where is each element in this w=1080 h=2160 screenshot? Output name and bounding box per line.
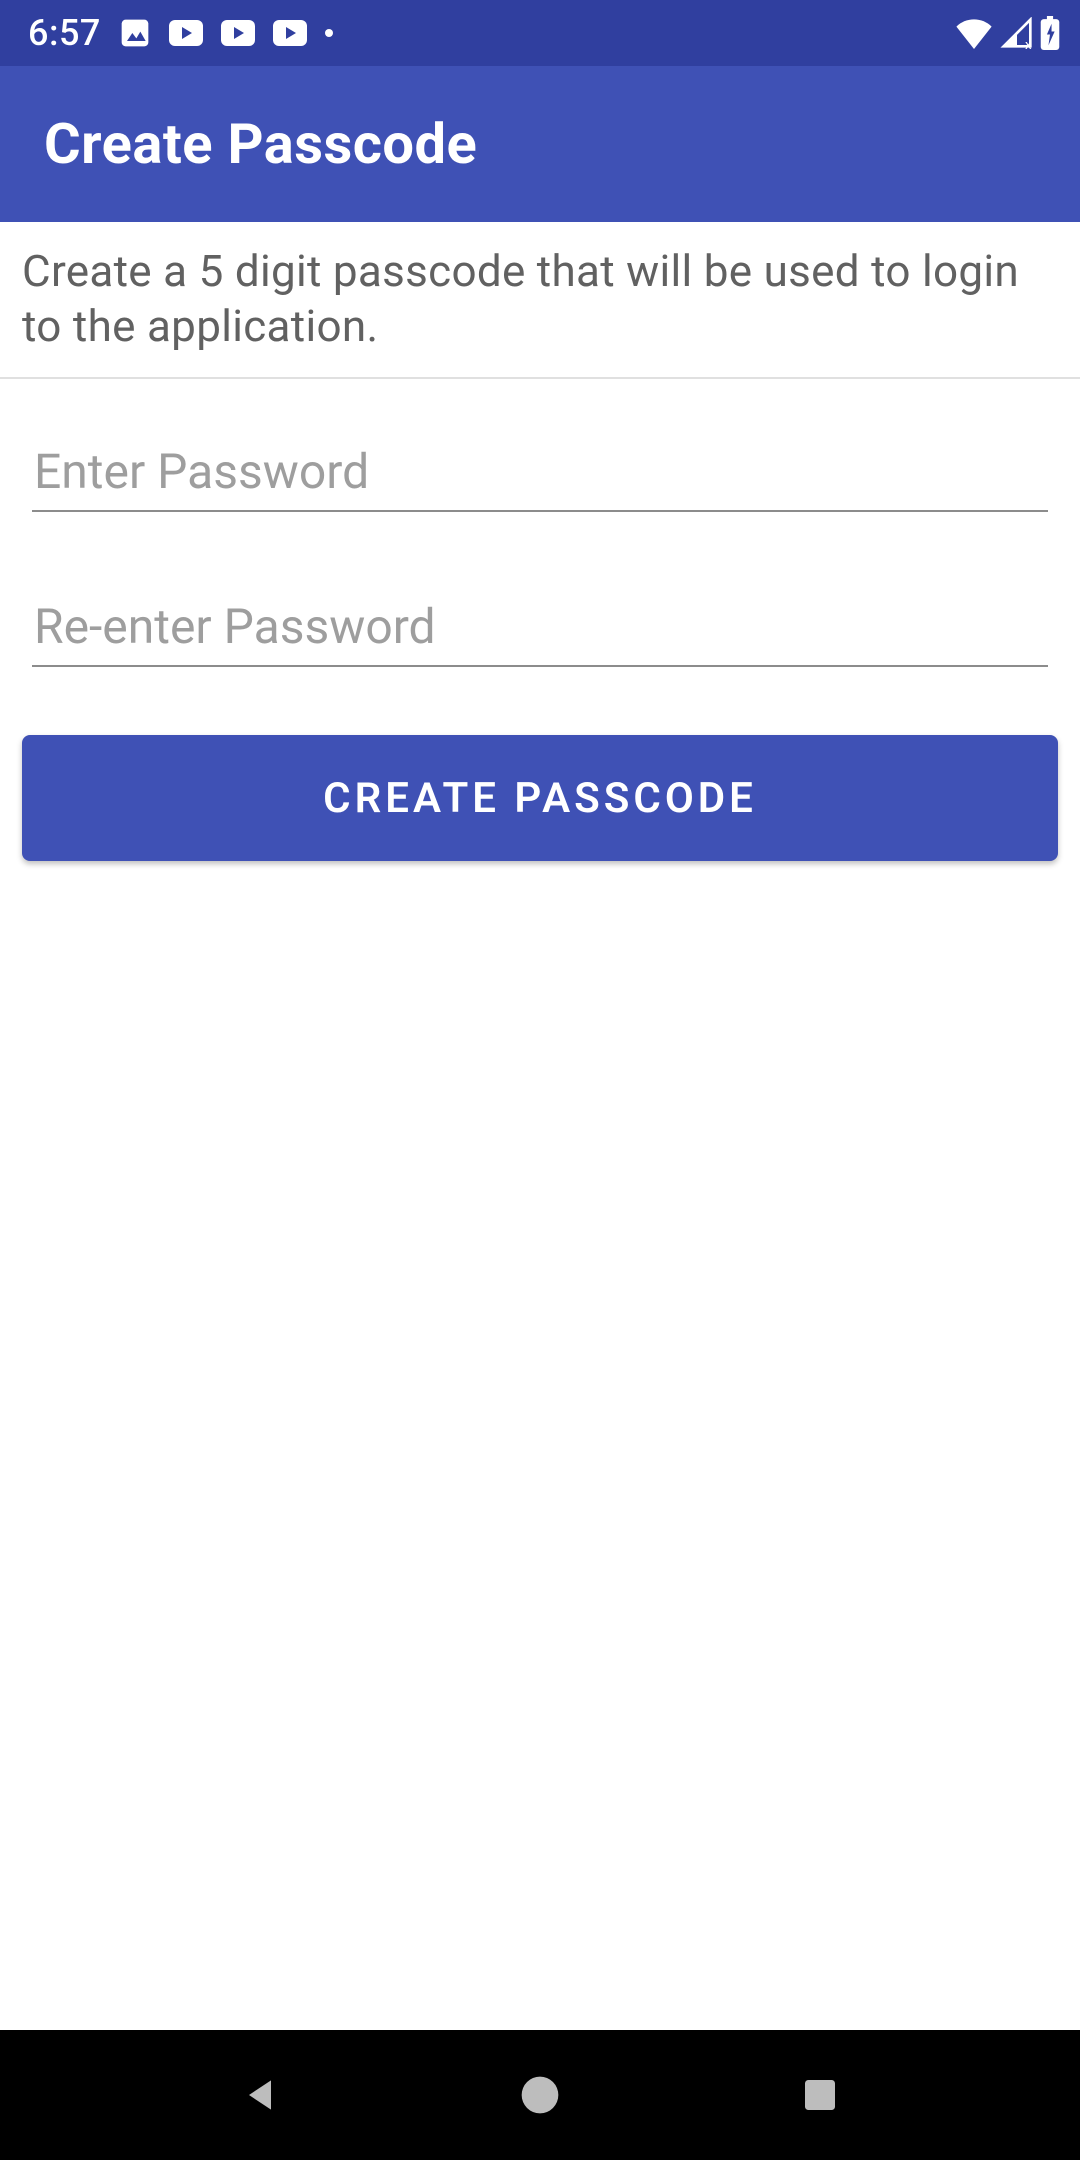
- page-title: Create Passcode: [44, 111, 477, 177]
- recents-icon: [800, 2075, 840, 2115]
- play-icon: [273, 20, 307, 46]
- overflow-dot-icon: [325, 29, 333, 37]
- instruction-text: Create a 5 digit passcode that will be u…: [22, 244, 1062, 353]
- password-field-wrap: [32, 437, 1048, 512]
- device-frame: 6:57 x: [0, 0, 1080, 2160]
- svg-text:x: x: [1025, 38, 1032, 49]
- instruction-block: Create a 5 digit passcode that will be u…: [0, 222, 1080, 379]
- nav-back-button[interactable]: [220, 2055, 300, 2135]
- navigation-bar: [0, 2030, 1080, 2160]
- image-icon: [119, 17, 151, 49]
- status-bar: 6:57 x: [0, 0, 1080, 66]
- nav-recents-button[interactable]: [780, 2055, 860, 2135]
- create-passcode-button[interactable]: CREATE PASSCODE: [22, 735, 1058, 861]
- confirm-password-input[interactable]: [32, 592, 1048, 667]
- status-left: 6:57: [28, 12, 333, 54]
- confirm-password-field-wrap: [32, 592, 1048, 667]
- wifi-icon: [954, 17, 994, 49]
- app-bar: Create Passcode: [0, 66, 1080, 222]
- status-time: 6:57: [28, 12, 101, 54]
- passcode-form: [0, 379, 1080, 667]
- signal-icon: x: [1000, 17, 1034, 49]
- create-passcode-button-label: CREATE PASSCODE: [323, 774, 757, 823]
- password-input[interactable]: [32, 437, 1048, 512]
- status-right: x: [954, 16, 1060, 50]
- play-icon: [221, 20, 255, 46]
- battery-charging-icon: [1040, 16, 1060, 50]
- home-icon: [518, 2073, 562, 2117]
- back-icon: [238, 2073, 282, 2117]
- nav-home-button[interactable]: [500, 2055, 580, 2135]
- content-area: Create a 5 digit passcode that will be u…: [0, 222, 1080, 2030]
- play-icon: [169, 20, 203, 46]
